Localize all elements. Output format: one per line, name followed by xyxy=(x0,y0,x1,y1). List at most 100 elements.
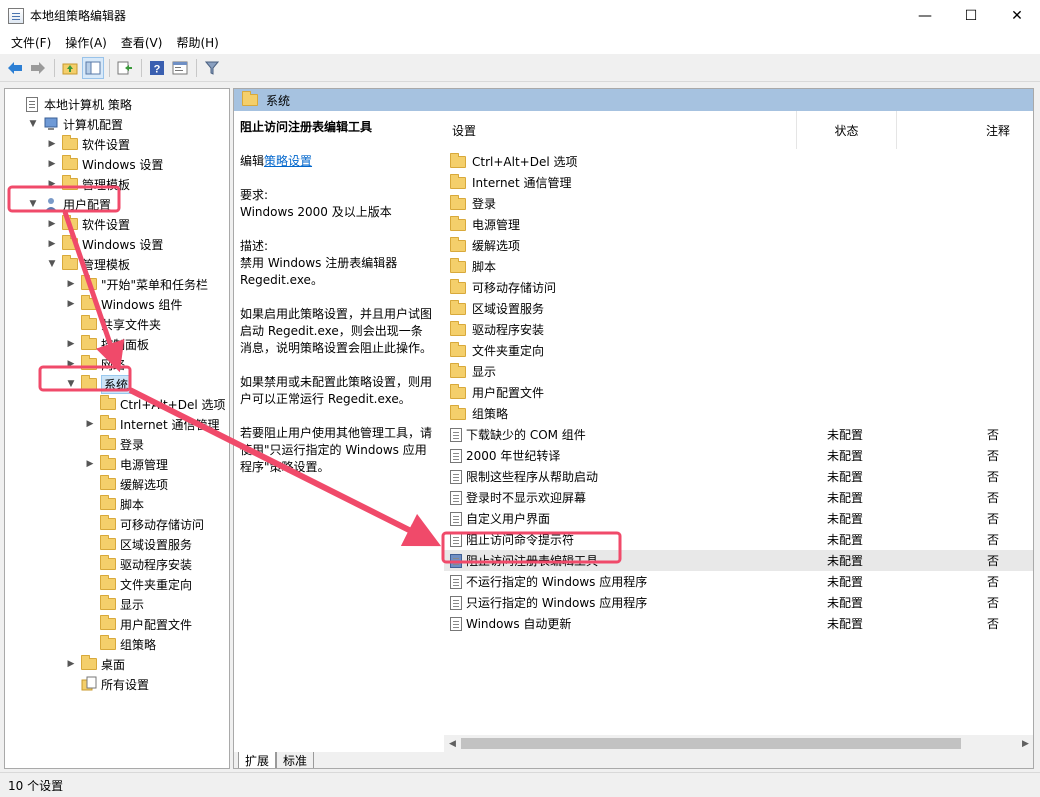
list-item[interactable]: 不运行指定的 Windows 应用程序 未配置 否 xyxy=(444,571,1033,592)
chevron-right-icon[interactable]: ▶ xyxy=(47,159,57,169)
tab-standard[interactable]: 标准 xyxy=(276,752,315,768)
tree-node[interactable]: ▼ 用户配置 xyxy=(28,194,111,214)
export-list-icon[interactable] xyxy=(114,57,136,79)
menu-help[interactable]: 帮助(H) xyxy=(169,34,225,51)
column-header-setting[interactable]: 设置 xyxy=(444,111,797,149)
tree-node[interactable]: 可移动存储访问 xyxy=(85,514,204,534)
chevron-right-icon[interactable]: ▶ xyxy=(47,179,57,189)
chevron-down-icon[interactable]: ▼ xyxy=(28,119,38,129)
tree-node[interactable]: ▶ Internet 通信管理 xyxy=(85,414,219,434)
scroll-left-icon[interactable]: ◀ xyxy=(444,735,461,752)
chevron-right-icon[interactable]: ▶ xyxy=(66,339,76,349)
tree-node[interactable]: 文件夹重定向 xyxy=(85,574,192,594)
tree-node[interactable]: ▼ 系统 xyxy=(66,374,132,394)
tree-pane[interactable]: 本地计算机 策略 ▼ 计算机配置 ▶ 软件设置 ▶ Windows 设置 ▶ 管理模板 ▼ 用户配置… xyxy=(4,88,230,769)
list-item[interactable]: 2000 年世纪转译 未配置 否 xyxy=(444,445,1033,466)
list-item[interactable]: 阻止访问命令提示符 未配置 否 xyxy=(444,529,1033,550)
list-item[interactable]: 电源管理 xyxy=(444,214,1033,235)
policy-setting-icon xyxy=(450,448,462,463)
tree-node[interactable]: ▶ Windows 组件 xyxy=(66,294,182,314)
list-item[interactable]: Ctrl+Alt+Del 选项 xyxy=(444,151,1033,172)
folder-icon xyxy=(450,341,466,357)
menu-view[interactable]: 查看(V) xyxy=(114,34,170,51)
list-item[interactable]: 只运行指定的 Windows 应用程序 未配置 否 xyxy=(444,592,1033,613)
list-item-name-cell: 只运行指定的 Windows 应用程序 xyxy=(444,594,827,611)
tree-node[interactable]: ▶ Windows 设置 xyxy=(47,154,163,174)
tree-node[interactable]: ▶ 软件设置 xyxy=(47,214,130,234)
chevron-right-icon[interactable]: ▶ xyxy=(66,359,76,369)
chevron-down-icon[interactable]: ▼ xyxy=(47,259,57,269)
up-folder-icon[interactable] xyxy=(59,57,81,79)
tree-node[interactable]: ▶ 控制面板 xyxy=(66,334,149,354)
chevron-right-icon[interactable]: ▶ xyxy=(85,459,95,469)
tree-node[interactable]: ▶ 网络 xyxy=(66,354,125,374)
tree-node[interactable]: 登录 xyxy=(85,434,144,454)
list-item[interactable]: 脚本 xyxy=(444,256,1033,277)
list-item[interactable]: 可移动存储访问 xyxy=(444,277,1033,298)
chevron-down-icon[interactable]: ▼ xyxy=(28,199,38,209)
tree-node[interactable]: ▼ 管理模板 xyxy=(47,254,130,274)
back-arrow-icon[interactable] xyxy=(4,57,26,79)
chevron-right-icon[interactable]: ▶ xyxy=(66,299,76,309)
horizontal-scrollbar[interactable]: ◀ ▶ xyxy=(444,735,1033,752)
chevron-right-icon[interactable]: ▶ xyxy=(66,659,76,669)
tree-node[interactable]: ▶ 桌面 xyxy=(66,654,125,674)
tree-node[interactable]: 区域设置服务 xyxy=(85,534,192,554)
tree-node[interactable]: ▶ 软件设置 xyxy=(47,134,130,154)
minimize-button[interactable]: — xyxy=(902,0,948,31)
chevron-down-icon[interactable]: ▼ xyxy=(66,379,76,389)
tab-extended[interactable]: 扩展 xyxy=(238,752,277,768)
edit-policy-link[interactable]: 策略设置 xyxy=(264,154,312,168)
list-item[interactable]: 登录 xyxy=(444,193,1033,214)
menu-file[interactable]: 文件(F) xyxy=(4,34,58,51)
tree-node[interactable]: ▶ 管理模板 xyxy=(47,174,130,194)
maximize-button[interactable]: ☐ xyxy=(948,0,994,31)
tree-node[interactable]: 所有设置 xyxy=(66,674,149,694)
tree-node[interactable]: 缓解选项 xyxy=(85,474,168,494)
help-icon[interactable]: ? xyxy=(146,57,168,79)
chevron-right-icon[interactable]: ▶ xyxy=(66,279,76,289)
list-item[interactable]: 用户配置文件 xyxy=(444,382,1033,403)
tree-node[interactable]: 用户配置文件 xyxy=(85,614,192,634)
column-header-state[interactable]: 状态 xyxy=(797,111,897,149)
list-item[interactable]: 驱动程序安装 xyxy=(444,319,1033,340)
list-item[interactable]: 缓解选项 xyxy=(444,235,1033,256)
scroll-right-icon[interactable]: ▶ xyxy=(1017,735,1033,752)
scroll-track[interactable] xyxy=(461,735,1017,752)
list-item[interactable]: 自定义用户界面 未配置 否 xyxy=(444,508,1033,529)
list-item[interactable]: 登录时不显示欢迎屏幕 未配置 否 xyxy=(444,487,1033,508)
tree-node[interactable]: 组策略 xyxy=(85,634,156,654)
list-item[interactable]: 限制这些程序从帮助启动 未配置 否 xyxy=(444,466,1033,487)
menu-action[interactable]: 操作(A) xyxy=(58,34,114,51)
show-hide-tree-icon[interactable] xyxy=(82,56,104,79)
tree-node[interactable]: 显示 xyxy=(85,594,144,614)
scroll-thumb[interactable] xyxy=(461,738,961,749)
chevron-right-icon[interactable]: ▶ xyxy=(85,419,95,429)
tree-node[interactable]: 共享文件夹 xyxy=(66,314,161,334)
forward-arrow-icon[interactable] xyxy=(27,57,49,79)
list-item-name-cell: 登录时不显示欢迎屏幕 xyxy=(444,489,827,506)
properties-icon[interactable] xyxy=(169,57,191,79)
list-item[interactable]: 下载缺少的 COM 组件 未配置 否 xyxy=(444,424,1033,445)
list-item[interactable]: 文件夹重定向 xyxy=(444,340,1033,361)
chevron-right-icon[interactable]: ▶ xyxy=(47,219,57,229)
close-button[interactable]: ✕ xyxy=(994,0,1040,31)
list-item[interactable]: 阻止访问注册表编辑工具 未配置 否 xyxy=(444,550,1033,571)
tree-node[interactable]: ▶ 电源管理 xyxy=(85,454,168,474)
column-header-comment[interactable]: 注释 xyxy=(897,111,1033,149)
chevron-right-icon[interactable]: ▶ xyxy=(47,239,57,249)
tree-node[interactable]: 本地计算机 策略 xyxy=(9,94,132,114)
tree-node[interactable]: ▶ Windows 设置 xyxy=(47,234,163,254)
chevron-right-icon[interactable]: ▶ xyxy=(47,139,57,149)
list-item[interactable]: Windows 自动更新 未配置 否 xyxy=(444,613,1033,634)
filter-icon[interactable] xyxy=(201,57,223,79)
tree-node[interactable]: 脚本 xyxy=(85,494,144,514)
tree-node[interactable]: ▶ "开始"菜单和任务栏 xyxy=(66,274,208,294)
list-item[interactable]: Internet 通信管理 xyxy=(444,172,1033,193)
list-item[interactable]: 显示 xyxy=(444,361,1033,382)
tree-node[interactable]: 驱动程序安装 xyxy=(85,554,192,574)
list-item[interactable]: 组策略 xyxy=(444,403,1033,424)
list-item[interactable]: 区域设置服务 xyxy=(444,298,1033,319)
tree-node[interactable]: Ctrl+Alt+Del 选项 xyxy=(85,394,225,414)
tree-node[interactable]: ▼ 计算机配置 xyxy=(28,114,123,134)
